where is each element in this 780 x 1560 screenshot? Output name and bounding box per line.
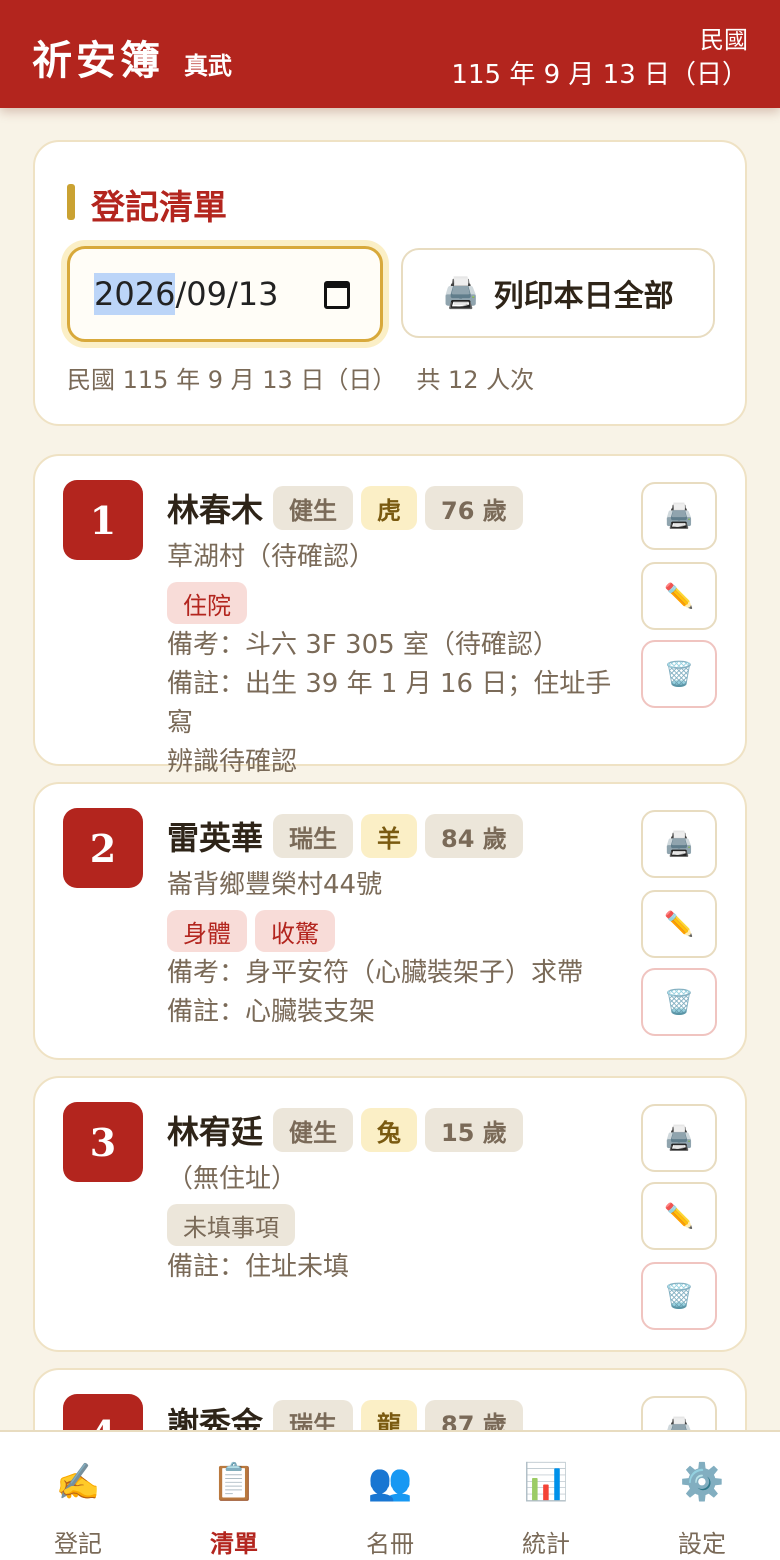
list-panel: 登記清單 2026/09/13 🖨️ 列印本日全部 民國 115 年 9 月 1…	[33, 140, 747, 426]
summary-date: 民國 115 年 9 月 13 日（日）	[67, 366, 397, 394]
nav-register[interactable]: ✍️ 登記	[0, 1432, 156, 1560]
edit-entry-button[interactable]: ✏️	[641, 890, 717, 958]
entry-note: 備註：心臟裝支架	[167, 997, 376, 1027]
date-input[interactable]: 2026/09/13	[67, 246, 383, 342]
delete-entry-button[interactable]: 🗑️	[641, 968, 717, 1036]
entry-card: 2 雷英華 瑞生 羊 84 歲 崙背鄉豐榮村44號 身體 收驚 備考：身平安符（…	[33, 782, 747, 1060]
nav-label: 設定	[678, 1530, 726, 1558]
entry-tag: 身體	[167, 910, 247, 952]
entry-tag: 住院	[167, 582, 247, 624]
nav-roster[interactable]: 👥 名冊	[312, 1432, 468, 1560]
printer-icon: 🖨️	[664, 830, 694, 858]
summary-count: 共 12 人次	[416, 366, 535, 394]
entry-note: 辨識待確認	[167, 747, 298, 777]
entry-name: 林春木	[167, 491, 264, 529]
edit-entry-button[interactable]: ✏️	[641, 562, 717, 630]
bottom-nav: ✍️ 登記 📋 清單 👥 名冊 📊 統計 ⚙️ 設定	[0, 1430, 780, 1560]
trash-icon: 🗑️	[664, 660, 694, 688]
entry-name: 林宥廷	[167, 1113, 264, 1151]
entry-info: 林宥廷 健生 兔 15 歲 （無住址） 未填事項 備註：住址未填	[167, 1106, 637, 1287]
delete-entry-button[interactable]: 🗑️	[641, 1262, 717, 1330]
print-entry-button[interactable]: 🖨️	[641, 810, 717, 878]
entry-tags: 未填事項	[167, 1204, 637, 1246]
trash-icon: 🗑️	[664, 988, 694, 1016]
nav-stats[interactable]: 📊 統計	[468, 1432, 624, 1560]
header-date: 115 年 9 月 13 日（日）	[451, 60, 748, 90]
age-badge: 15 歲	[425, 1108, 523, 1152]
entry-note: 備註：出生 39 年 1 月 16 日；住址手寫	[167, 669, 612, 738]
entry-name-row: 林宥廷 健生 兔 15 歲	[167, 1106, 637, 1154]
print-all-label: 列印本日全部	[493, 279, 674, 314]
list-summary: 民國 115 年 9 月 13 日（日） 共 12 人次	[67, 360, 554, 395]
entry-card: 3 林宥廷 健生 兔 15 歲 （無住址） 未填事項 備註：住址未填 🖨️ ✏️…	[33, 1076, 747, 1352]
entry-tag: 收驚	[255, 910, 335, 952]
entry-note: 備註：住址未填	[167, 1252, 350, 1282]
edit-entry-button[interactable]: ✏️	[641, 1182, 717, 1250]
nav-list[interactable]: 📋 清單	[156, 1432, 312, 1560]
writing-hand-icon: ✍️	[55, 1462, 101, 1503]
entry-tags: 身體 收驚	[167, 910, 637, 952]
bar-chart-icon: 📊	[523, 1462, 569, 1503]
pencil-icon: ✏️	[664, 582, 694, 610]
printer-icon: 🖨️	[664, 1124, 694, 1152]
gear-icon: ⚙️	[679, 1462, 725, 1503]
app-title: 祈安簿	[32, 37, 164, 84]
pencil-icon: ✏️	[664, 1202, 694, 1230]
age-badge: 84 歲	[425, 814, 523, 858]
nav-label: 名冊	[366, 1530, 414, 1558]
header-era: 民國	[700, 26, 748, 54]
entry-name-row: 雷英華 瑞生 羊 84 歲	[167, 812, 637, 860]
nav-label: 登記	[54, 1530, 102, 1558]
nav-label: 清單	[210, 1530, 258, 1558]
entry-number: 1	[63, 480, 143, 560]
pencil-icon: ✏️	[664, 910, 694, 938]
entry-tags: 住院	[167, 582, 637, 624]
calendar-icon[interactable]	[324, 281, 350, 309]
entry-tag: 未填事項	[167, 1204, 295, 1246]
printer-icon: 🖨️	[664, 502, 694, 530]
entry-address: 崙背鄉豐榮村44號	[167, 870, 383, 900]
date-value: 2026/09/13	[94, 273, 278, 315]
print-entry-button[interactable]: 🖨️	[641, 1104, 717, 1172]
entry-address: （無住址）	[167, 1164, 298, 1194]
age-badge: 76 歲	[425, 486, 523, 530]
zodiac-badge: 羊	[361, 814, 418, 858]
people-icon: 👥	[367, 1462, 413, 1503]
entry-note: 備考：身平安符（心臟裝架子）求帶	[167, 958, 584, 988]
date-rest: /09/13	[175, 275, 279, 313]
nav-settings[interactable]: ⚙️ 設定	[624, 1432, 780, 1560]
delete-entry-button[interactable]: 🗑️	[641, 640, 717, 708]
group-badge: 健生	[273, 486, 354, 530]
temple-name: 真武	[184, 52, 232, 80]
clipboard-icon: 📋	[211, 1462, 257, 1503]
print-entry-button[interactable]: 🖨️	[641, 482, 717, 550]
app-header: 祈安簿 真武 民國 115 年 9 月 13 日（日）	[0, 0, 780, 108]
group-badge: 瑞生	[273, 814, 354, 858]
entry-info: 林春木 健生 虎 76 歲 草湖村（待確認） 住院 備考：斗六 3F 305 室…	[167, 484, 637, 782]
group-badge: 健生	[273, 1108, 354, 1152]
zodiac-badge: 兔	[361, 1108, 418, 1152]
entry-card: 1 林春木 健生 虎 76 歲 草湖村（待確認） 住院 備考：斗六 3F 305…	[33, 454, 747, 777]
title-accent-bar	[67, 184, 75, 220]
nav-label: 統計	[522, 1530, 570, 1558]
entry-address: 草湖村（待確認）	[167, 542, 376, 572]
entry-name-row: 林春木 健生 虎 76 歲	[167, 484, 637, 532]
entry-number: 3	[63, 1102, 143, 1182]
panel-title: 登記清單	[91, 188, 227, 228]
trash-icon: 🗑️	[664, 1282, 694, 1310]
entry-note: 備考：斗六 3F 305 室（待確認）	[167, 630, 559, 660]
printer-icon: 🖨️	[442, 275, 480, 311]
entry-info: 雷英華 瑞生 羊 84 歲 崙背鄉豐榮村44號 身體 收驚 備考：身平安符（心臟…	[167, 812, 637, 1032]
date-year-selected: 2026	[94, 273, 176, 315]
print-all-button[interactable]: 🖨️ 列印本日全部	[401, 248, 715, 338]
entry-number: 2	[63, 808, 143, 888]
zodiac-badge: 虎	[361, 486, 418, 530]
entry-name: 雷英華	[167, 819, 264, 857]
